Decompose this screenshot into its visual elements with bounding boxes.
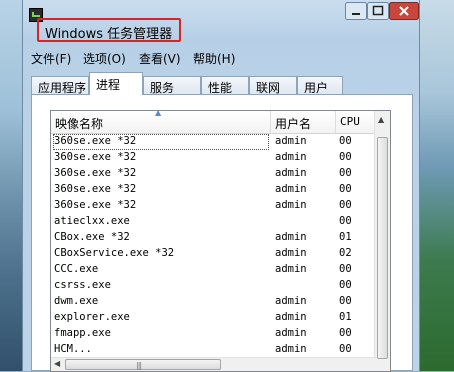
table-row[interactable]: 360se.exe *32 admin 00: [51, 134, 381, 150]
process-image-name: 360se.exe *32: [54, 167, 137, 179]
process-list[interactable]: ▲ 映像名称 用户名 CPU 360se.exe *32 admin 00 360se…: [50, 110, 391, 372]
table-row[interactable]: CCC.exe admin 00: [51, 262, 381, 278]
column-image-name[interactable]: 映像名称: [55, 111, 265, 133]
process-image-name: CBox.exe *32: [54, 231, 130, 243]
menu-help[interactable]: 帮助(H): [193, 50, 235, 67]
process-image-name: 360se.exe *32: [54, 151, 137, 163]
process-cpu: 00: [339, 199, 352, 211]
vertical-scrollbar[interactable]: ▲: [374, 111, 390, 371]
table-row[interactable]: 360se.exe *32 admin 00: [51, 198, 381, 214]
process-user-name: admin: [275, 183, 307, 195]
tab-performance[interactable]: 性能: [201, 76, 249, 95]
column-divider[interactable]: [270, 111, 271, 133]
maximize-button[interactable]: [367, 2, 389, 20]
process-image-name: 360se.exe *32: [54, 199, 137, 211]
process-image-name: dwm.exe: [54, 295, 99, 307]
task-manager-window: Windows 任务管理器 文件(F) 选项(O) 查看(V) 帮助(H) 应用…: [22, 0, 420, 372]
column-divider[interactable]: [335, 111, 336, 133]
table-row[interactable]: CBox.exe *32 admin 01: [51, 230, 381, 246]
menu-view[interactable]: 查看(V): [139, 50, 181, 67]
scroll-up-icon[interactable]: ▲: [378, 115, 384, 124]
process-user-name: admin: [275, 343, 307, 355]
grip-icon: |||: [136, 361, 142, 370]
process-user-name: admin: [275, 135, 307, 147]
process-cpu: 00: [339, 327, 352, 339]
maximize-icon: [367, 2, 389, 20]
minimize-icon: [345, 2, 367, 20]
process-cpu: 00: [339, 295, 352, 307]
horizontal-scroll-thumb[interactable]: |||: [65, 359, 221, 370]
process-user-name: admin: [275, 167, 307, 179]
process-cpu: 00: [339, 279, 352, 291]
tab-networking[interactable]: 联网: [249, 76, 297, 95]
menu-file[interactable]: 文件(F): [31, 50, 71, 67]
process-cpu: 00: [339, 343, 352, 355]
process-cpu: 00: [339, 183, 352, 195]
close-button[interactable]: [389, 2, 419, 20]
process-cpu: 00: [339, 135, 352, 147]
process-user-name: admin: [275, 327, 307, 339]
table-row[interactable]: 360se.exe *32 admin 00: [51, 150, 381, 166]
vertical-scroll-thumb[interactable]: [377, 137, 388, 359]
desktop-background-left: [0, 0, 22, 371]
tab-users[interactable]: 用户: [297, 76, 343, 95]
process-image-name: HCM...: [54, 343, 92, 355]
window-title: Windows 任务管理器: [45, 27, 173, 42]
process-cpu: 01: [339, 231, 352, 243]
process-cpu: 00: [339, 215, 352, 227]
menu-bar: 文件(F) 选项(O) 查看(V) 帮助(H): [23, 47, 419, 67]
tab-applications[interactable]: 应用程序: [31, 76, 89, 95]
table-row[interactable]: HCM... admin 00: [51, 342, 381, 358]
list-header: ▲ 映像名称 用户名 CPU: [51, 111, 390, 134]
process-user-name: admin: [275, 263, 307, 275]
minimize-button[interactable]: [345, 2, 367, 20]
close-icon: [389, 2, 419, 20]
tab-strip: 应用程序 进程 服务 性能 联网 用户: [31, 72, 411, 95]
process-cpu: 00: [339, 263, 352, 275]
table-row[interactable]: explorer.exe admin 01: [51, 310, 381, 326]
column-cpu[interactable]: CPU: [340, 111, 376, 133]
column-user-name[interactable]: 用户名: [275, 111, 333, 133]
process-image-name: atieclxx.exe: [54, 215, 130, 227]
scroll-left-icon[interactable]: ◀: [54, 359, 60, 368]
process-user-name: admin: [275, 231, 307, 243]
table-row[interactable]: atieclxx.exe 00: [51, 214, 381, 230]
process-image-name: CCC.exe: [54, 263, 99, 275]
process-image-name: 360se.exe *32: [54, 183, 137, 195]
process-image-name: explorer.exe: [54, 311, 130, 323]
table-row[interactable]: CBoxService.exe *32 admin 02: [51, 246, 381, 262]
process-user-name: admin: [275, 311, 307, 323]
process-user-name: admin: [275, 295, 307, 307]
process-cpu: 00: [339, 151, 352, 163]
process-cpu: 01: [339, 311, 352, 323]
table-row[interactable]: csrss.exe 00: [51, 278, 381, 294]
process-image-name: 360se.exe *32: [53, 134, 269, 150]
horizontal-scrollbar[interactable]: ◀ |||: [51, 357, 376, 371]
desktop-background-right: [420, 0, 454, 371]
menu-options[interactable]: 选项(O): [83, 50, 126, 67]
process-user-name: admin: [275, 199, 307, 211]
process-image-name: CBoxService.exe *32: [54, 247, 175, 259]
table-row[interactable]: 360se.exe *32 admin 00: [51, 182, 381, 198]
processes-panel: ▲ 映像名称 用户名 CPU 360se.exe *32 admin 00 360se…: [31, 94, 413, 372]
process-user-name: admin: [275, 151, 307, 163]
tab-services[interactable]: 服务: [143, 76, 201, 95]
process-image-name: csrss.exe: [54, 279, 111, 291]
title-bar[interactable]: Windows 任务管理器: [23, 0, 419, 44]
process-cpu: 02: [339, 247, 352, 259]
tab-processes[interactable]: 进程: [89, 72, 143, 95]
table-row[interactable]: 360se.exe *32 admin 00: [51, 166, 381, 182]
table-row[interactable]: fmapp.exe admin 00: [51, 326, 381, 342]
process-cpu: 00: [339, 167, 352, 179]
process-user-name: admin: [275, 247, 307, 259]
process-rows: 360se.exe *32 admin 00 360se.exe *32 admin 00…: [51, 134, 381, 358]
table-row[interactable]: dwm.exe admin 00: [51, 294, 381, 310]
process-image-name: fmapp.exe: [54, 327, 111, 339]
